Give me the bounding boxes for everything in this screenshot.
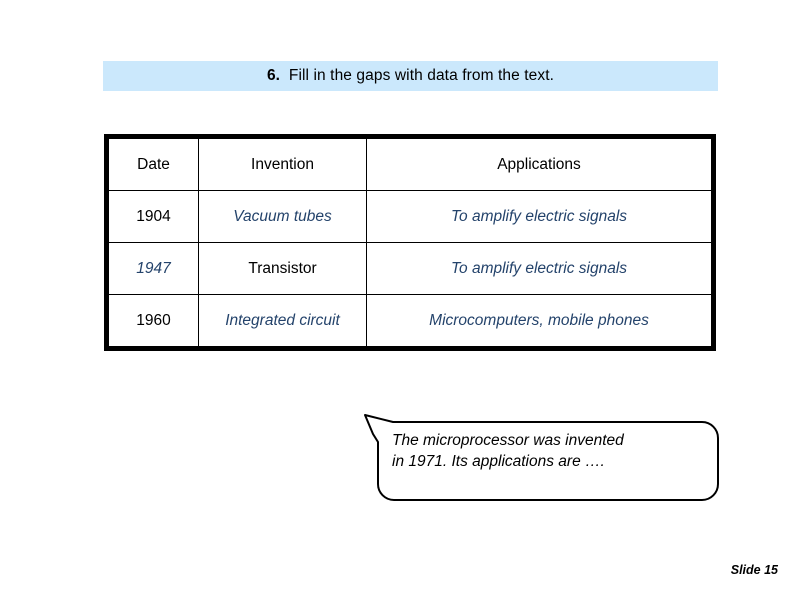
task-number: 6. bbox=[266, 67, 281, 84]
cell-applications-3: Microcomputers, mobile phones bbox=[366, 294, 712, 347]
cell-invention-2: Transistor bbox=[198, 242, 367, 295]
cell-invention-3: Integrated circuit bbox=[198, 294, 367, 347]
table-header-row: Date Invention Applications bbox=[108, 138, 712, 191]
cell-applications-1: To amplify electric signals bbox=[366, 190, 712, 243]
page-title: Fill in the gaps with data from the text… bbox=[288, 67, 555, 84]
banner-text-wrapper: 6. Fill in the gaps with data from the t… bbox=[267, 67, 554, 85]
table-row: 1904 Vacuum tubes To amplify electric si… bbox=[108, 190, 712, 243]
speech-bubble: The microprocessor was invented in 1971.… bbox=[345, 412, 725, 502]
table-row: 1947 Transistor To amplify electric sign… bbox=[108, 242, 712, 295]
table-grid: Date Invention Applications 1904 Vacuum … bbox=[108, 138, 712, 347]
gap-fill-table: Date Invention Applications 1904 Vacuum … bbox=[104, 134, 716, 351]
table-row: 1960 Integrated circuit Microcomputers, … bbox=[108, 294, 712, 347]
header-cell-date: Date bbox=[108, 138, 199, 191]
cell-date-1: 1904 bbox=[108, 190, 199, 243]
speech-bubble-text: The microprocessor was invented in 1971.… bbox=[392, 430, 704, 472]
cell-applications-2: To amplify electric signals bbox=[366, 242, 712, 295]
speech-bubble-line-1: The microprocessor was invented bbox=[392, 432, 624, 449]
cell-date-2: 1947 bbox=[108, 242, 199, 295]
banner-spacer bbox=[280, 67, 289, 84]
table-body: Date Invention Applications 1904 Vacuum … bbox=[108, 138, 712, 347]
slide-number: Slide 15 bbox=[730, 563, 778, 577]
title-banner: 6. Fill in the gaps with data from the t… bbox=[103, 61, 718, 91]
speech-bubble-line-2: in 1971. Its applications are …. bbox=[392, 453, 605, 470]
cell-date-3: 1960 bbox=[108, 294, 199, 347]
cell-invention-1: Vacuum tubes bbox=[198, 190, 367, 243]
header-cell-invention: Invention bbox=[198, 138, 367, 191]
header-cell-applications: Applications bbox=[366, 138, 712, 191]
